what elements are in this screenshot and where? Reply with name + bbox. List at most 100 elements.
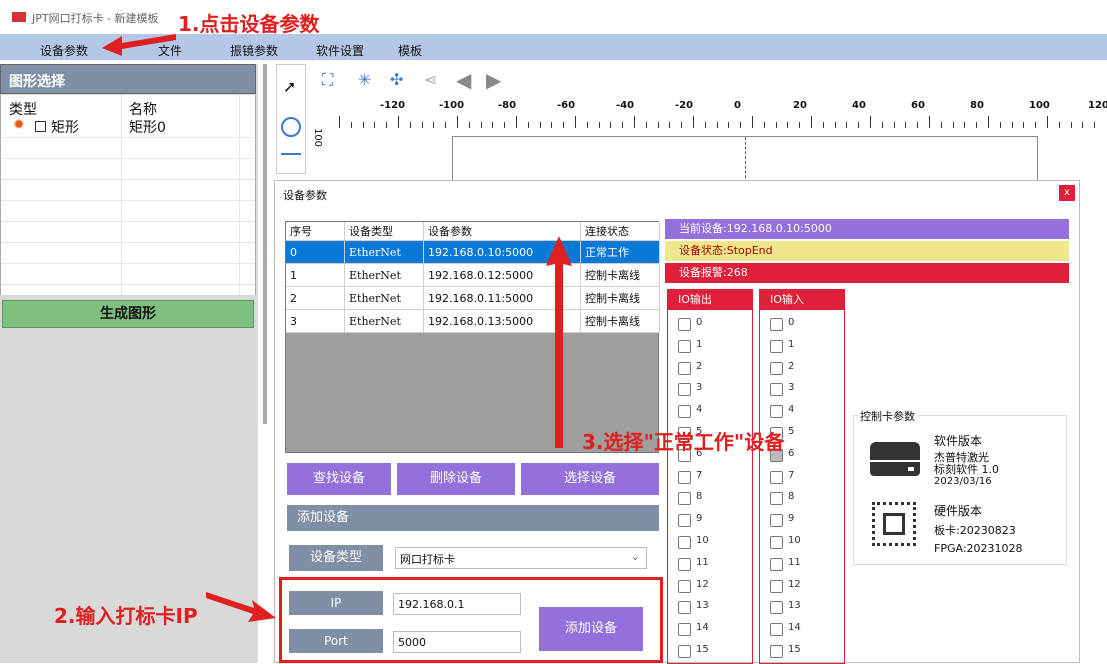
card-params-title: 控制卡参数 xyxy=(858,408,917,424)
expand-icon[interactable]: ✳ xyxy=(358,70,371,89)
io-checkbox[interactable] xyxy=(678,514,691,528)
annotation-arrow-3 xyxy=(546,236,572,448)
ruler-tick xyxy=(586,122,588,128)
cell: EtherNet xyxy=(344,286,424,310)
ruler-tick xyxy=(846,122,848,128)
ruler-tick xyxy=(504,122,506,128)
io-checkbox[interactable] xyxy=(770,339,783,353)
io-checkbox-label: 9 xyxy=(696,513,703,525)
current-device-status: 当前设备:192.168.0.10:5000 xyxy=(665,219,1069,239)
io-checkbox[interactable] xyxy=(678,383,691,397)
cell: 0 xyxy=(286,240,345,264)
io-checkbox[interactable] xyxy=(770,645,783,658)
device-table[interactable]: 序号 设备类型 设备参数 连接状态 0 EtherNet 192.168.0.1… xyxy=(285,221,660,453)
io-checkbox-label: 2 xyxy=(788,360,795,372)
row-line xyxy=(1,284,255,285)
io-checkbox[interactable] xyxy=(770,383,783,397)
undo-icon[interactable]: ◀ xyxy=(456,68,471,92)
ruler-tick xyxy=(881,122,883,128)
io-checkbox-label: 10 xyxy=(788,535,801,546)
canvas[interactable] xyxy=(452,136,1038,183)
col-divider xyxy=(239,95,240,295)
dialog-close-button[interactable]: x xyxy=(1059,185,1075,201)
table-row[interactable]: 1 EtherNet 192.168.0.12:5000 控制卡离线 xyxy=(286,263,660,287)
io-checkbox[interactable] xyxy=(678,361,691,375)
io-checkbox[interactable] xyxy=(770,318,783,331)
io-checkbox[interactable] xyxy=(678,405,691,419)
io-checkbox[interactable] xyxy=(770,601,783,615)
table-row[interactable]: 3 EtherNet 192.168.0.13:5000 控制卡离线 xyxy=(286,309,660,333)
io-checkbox-label: 11 xyxy=(696,556,709,568)
io-checkbox[interactable] xyxy=(770,470,783,484)
find-device-button[interactable]: 查找设备 xyxy=(287,463,391,495)
checkbox-icon[interactable] xyxy=(35,121,46,132)
pointer-icon[interactable]: ➚ xyxy=(283,77,296,96)
ruler-tick xyxy=(728,122,730,128)
ruler-tick xyxy=(976,122,978,128)
io-checkbox-label: 3 xyxy=(696,382,703,394)
io-checkbox[interactable] xyxy=(770,579,783,593)
splitter[interactable] xyxy=(263,64,267,424)
shape-select-title: 图形选择 xyxy=(9,74,65,90)
io-checkbox-label: 0 xyxy=(788,317,795,328)
io-checkbox-label: 1 xyxy=(696,338,703,350)
io-checkbox[interactable] xyxy=(678,601,691,615)
io-checkbox[interactable] xyxy=(678,470,691,484)
select-device-button[interactable]: 选择设备 xyxy=(521,463,659,495)
ruler-tick xyxy=(1023,122,1025,128)
select-all-icon[interactable]: ⛶ xyxy=(322,70,333,90)
io-checkbox[interactable] xyxy=(770,492,783,506)
io-input-panel: IO输入 0 1 2 3 4 5 6 7 8 9 10 11 12 13 14 15 xyxy=(759,289,845,664)
io-checkbox-label: 14 xyxy=(696,622,709,634)
io-checkbox-label: 7 xyxy=(788,469,795,481)
io-checkbox[interactable] xyxy=(770,514,783,528)
io-checkbox[interactable] xyxy=(678,557,691,571)
table-row[interactable]: 2 EtherNet 192.168.0.11:5000 控制卡离线 xyxy=(286,286,660,310)
ruler-tick xyxy=(551,122,553,128)
circle-icon[interactable] xyxy=(281,117,301,137)
menu-software-settings[interactable]: 软件设置 xyxy=(316,42,364,59)
row-line xyxy=(1,221,255,222)
io-checkbox[interactable] xyxy=(770,361,783,375)
ruler-tick xyxy=(893,122,895,128)
io-output-panel: IO输出 0 1 2 3 4 5 6 7 8 9 10 11 12 13 14 15 xyxy=(667,289,753,664)
menu-device-params[interactable]: 设备参数 xyxy=(40,42,88,59)
io-input-list: 0 1 2 3 4 5 6 7 8 9 10 11 12 13 14 15 xyxy=(760,314,844,664)
ruler-tick xyxy=(693,116,694,128)
io-checkbox[interactable] xyxy=(678,492,691,506)
ruler-tick xyxy=(940,122,942,128)
shape-list[interactable]: 类型 名称 ✹ 矩形 矩形0 xyxy=(0,95,256,295)
shape-type: 矩形 xyxy=(51,120,79,136)
io-checkbox[interactable] xyxy=(678,536,691,549)
shrink-icon[interactable]: ✣ xyxy=(390,70,403,89)
io-checkbox-label: 9 xyxy=(788,513,795,525)
io-checkbox[interactable] xyxy=(678,318,691,331)
io-checkbox[interactable] xyxy=(678,339,691,353)
io-checkbox[interactable] xyxy=(678,579,691,593)
ruler-tick xyxy=(1082,122,1084,128)
ruler-tick-label: -60 xyxy=(557,100,576,111)
menu-galvo-params[interactable]: 振镜参数 xyxy=(230,42,278,59)
io-checkbox[interactable] xyxy=(678,645,691,658)
share-icon[interactable]: ⋖ xyxy=(424,70,437,89)
io-checkbox[interactable] xyxy=(770,405,783,419)
line-icon[interactable] xyxy=(281,153,301,155)
ip-input[interactable]: 192.168.0.1 xyxy=(393,593,521,615)
ruler-tick xyxy=(952,122,954,128)
io-checkbox[interactable] xyxy=(770,536,783,549)
redo-icon[interactable]: ▶ xyxy=(486,68,501,92)
delete-device-button[interactable]: 删除设备 xyxy=(397,463,515,495)
io-checkbox[interactable] xyxy=(770,623,783,637)
io-checkbox-label: 2 xyxy=(696,360,703,372)
chevron-down-icon: ⌄ xyxy=(630,550,640,563)
device-type-select[interactable]: 网口打标卡 ⌄ xyxy=(395,547,647,569)
ruler-tick xyxy=(480,122,482,128)
generate-shape-button[interactable]: 生成图形 xyxy=(2,300,254,328)
ruler-tick xyxy=(1070,122,1072,128)
io-checkbox[interactable] xyxy=(678,623,691,637)
io-checkbox[interactable] xyxy=(770,557,783,571)
menu-template[interactable]: 模板 xyxy=(398,42,422,59)
add-device-button[interactable]: 添加设备 xyxy=(539,607,643,651)
port-input[interactable]: 5000 xyxy=(393,631,521,653)
table-row[interactable]: 0 EtherNet 192.168.0.10:5000 正常工作 xyxy=(286,240,660,264)
